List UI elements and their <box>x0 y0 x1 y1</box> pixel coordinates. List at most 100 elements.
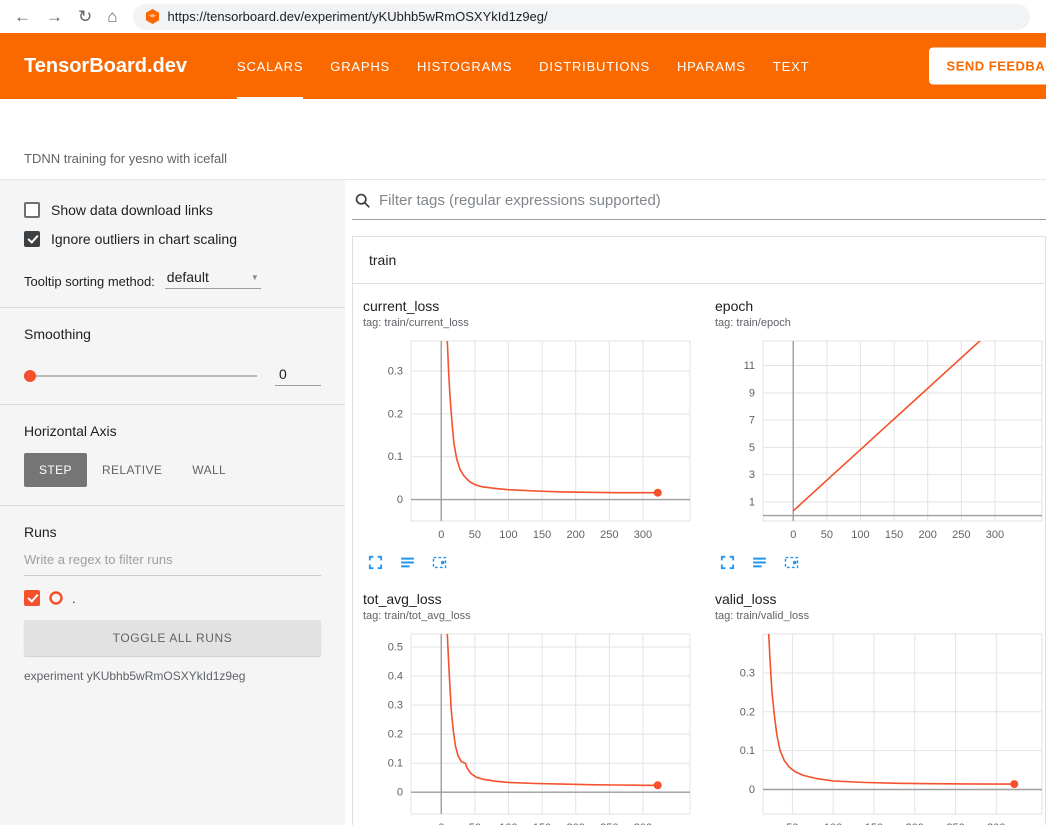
svg-text:0: 0 <box>397 494 403 506</box>
chart-actions <box>715 554 1046 571</box>
search-icon <box>354 192 371 209</box>
axis-option-wall[interactable]: WALL <box>177 453 241 487</box>
svg-text:0.1: 0.1 <box>388 758 403 770</box>
experiment-caption: experiment yKUbhb5wRmOSXYkId1z9eg <box>24 669 321 683</box>
chart-tag: tag: train/epoch <box>715 317 1046 329</box>
smoothing-label: Smoothing <box>24 326 321 342</box>
chevron-down-icon: ▼ <box>251 273 259 282</box>
svg-text:7: 7 <box>749 415 755 427</box>
train-card: train current_loss tag: train/current_lo… <box>352 236 1046 825</box>
svg-text:300: 300 <box>986 529 1004 541</box>
horizontal-axis-buttons: STEPRELATIVEWALL <box>24 453 321 487</box>
run-color-icon <box>48 590 64 606</box>
divider <box>0 404 345 405</box>
svg-text:50: 50 <box>821 529 833 541</box>
filter-tags-input[interactable] <box>379 192 1046 209</box>
chart-actions <box>363 554 703 571</box>
show-download-links-row: Show data download links <box>24 202 321 218</box>
show-download-links-label: Show data download links <box>51 202 213 218</box>
chart-title: valid_loss <box>715 591 1046 607</box>
svg-text:0.3: 0.3 <box>388 366 403 378</box>
svg-text:5: 5 <box>749 442 755 454</box>
fullscreen-icon[interactable] <box>367 554 384 571</box>
divider <box>0 505 345 506</box>
tooltip-sorting-select[interactable]: default ▼ <box>165 269 261 289</box>
line-chart[interactable]: 0501001502002503001357911 <box>715 335 1046 547</box>
run-row[interactable]: . <box>24 590 321 606</box>
ignore-outliers-label: Ignore outliers in chart scaling <box>51 231 237 247</box>
svg-text:0.2: 0.2 <box>740 706 755 718</box>
svg-text:0.1: 0.1 <box>740 745 755 757</box>
chart-title: current_loss <box>363 298 703 314</box>
send-feedback-button[interactable]: SEND FEEDBACK <box>929 48 1046 85</box>
url-text: https://tensorboard.dev/experiment/yKUbh… <box>168 9 548 24</box>
line-chart[interactable]: 05010015020025030000.10.20.3 <box>363 335 698 547</box>
nav-tabs: SCALARS GRAPHS HISTOGRAMS DISTRIBUTIONS HPAR… <box>237 33 809 99</box>
svg-text:250: 250 <box>600 529 618 541</box>
runs-label: Runs <box>24 524 321 540</box>
svg-text:0: 0 <box>438 529 444 541</box>
tab-hparams[interactable]: HPARAMS <box>677 33 746 99</box>
line-chart[interactable]: 5010015020025030000.10.20.3 <box>715 628 1046 825</box>
back-icon[interactable]: ← <box>14 8 31 25</box>
axis-option-relative[interactable]: RELATIVE <box>87 453 177 487</box>
svg-text:0.1: 0.1 <box>388 451 403 463</box>
forward-icon[interactable]: → <box>46 8 63 25</box>
address-bar[interactable]: https://tensorboard.dev/experiment/yKUbh… <box>133 4 1030 30</box>
smoothing-value-field[interactable]: 0 <box>275 366 321 386</box>
ignore-outliers-checkbox[interactable] <box>24 231 40 247</box>
toggle-all-runs-button[interactable]: TOGGLE ALL RUNS <box>24 620 321 656</box>
tab-scalars[interactable]: SCALARS <box>237 33 303 99</box>
chart-tag: tag: train/current_loss <box>363 317 703 329</box>
svg-text:1: 1 <box>749 496 755 508</box>
y-axis-toggle-icon[interactable] <box>399 554 416 571</box>
app-header: TensorBoard.dev SCALARS GRAPHS HISTOGRAMS D… <box>0 33 1046 99</box>
svg-text:0: 0 <box>749 784 755 796</box>
tab-text[interactable]: TEXT <box>773 33 809 99</box>
run-checkbox[interactable] <box>24 590 40 606</box>
axis-option-step[interactable]: STEP <box>24 453 87 487</box>
svg-text:9: 9 <box>749 387 755 399</box>
svg-text:11: 11 <box>744 360 755 372</box>
smoothing-slider-row: 0 <box>24 366 321 386</box>
browser-chrome: ← → ↻ ⌂ https://tensorboard.dev/experime… <box>0 0 1046 33</box>
line-chart[interactable]: 05010015020025030000.10.20.30.40.5 <box>363 628 698 825</box>
svg-text:50: 50 <box>469 529 481 541</box>
chart-card: epoch tag: train/epoch 05010015020025030… <box>715 298 1046 571</box>
charts-grid: current_loss tag: train/current_loss 050… <box>353 284 1045 825</box>
tab-graphs[interactable]: GRAPHS <box>330 33 390 99</box>
y-axis-toggle-icon[interactable] <box>751 554 768 571</box>
svg-text:250: 250 <box>952 529 970 541</box>
svg-text:150: 150 <box>885 529 903 541</box>
fit-data-icon[interactable] <box>431 554 448 571</box>
chart-title: epoch <box>715 298 1046 314</box>
tab-histograms[interactable]: HISTOGRAMS <box>417 33 512 99</box>
svg-text:0.3: 0.3 <box>388 700 403 712</box>
svg-text:300: 300 <box>634 529 652 541</box>
tooltip-sorting-value: default <box>167 269 209 285</box>
svg-text:0.5: 0.5 <box>388 642 403 654</box>
svg-text:0: 0 <box>790 529 796 541</box>
fullscreen-icon[interactable] <box>719 554 736 571</box>
ignore-outliers-row: Ignore outliers in chart scaling <box>24 231 321 247</box>
svg-text:150: 150 <box>533 529 551 541</box>
svg-text:200: 200 <box>919 529 937 541</box>
svg-text:100: 100 <box>499 529 517 541</box>
tab-distributions[interactable]: DISTRIBUTIONS <box>539 33 650 99</box>
fit-data-icon[interactable] <box>783 554 800 571</box>
train-group-header[interactable]: train <box>353 237 1045 284</box>
horizontal-axis-label: Horizontal Axis <box>24 423 321 439</box>
svg-text:3: 3 <box>749 469 755 481</box>
svg-text:200: 200 <box>567 529 585 541</box>
runs-filter-input[interactable] <box>24 544 321 576</box>
smoothing-slider[interactable] <box>24 375 257 377</box>
tensorboard-favicon <box>145 9 160 24</box>
reload-icon[interactable]: ↻ <box>78 8 92 25</box>
main-panel: train current_loss tag: train/current_lo… <box>345 180 1046 825</box>
show-download-links-checkbox[interactable] <box>24 202 40 218</box>
home-icon[interactable]: ⌂ <box>107 8 117 25</box>
smoothing-slider-thumb[interactable] <box>24 370 36 382</box>
brand-title: TensorBoard.dev <box>24 33 187 99</box>
svg-text:0.4: 0.4 <box>388 671 403 683</box>
svg-text:0.3: 0.3 <box>740 667 755 679</box>
